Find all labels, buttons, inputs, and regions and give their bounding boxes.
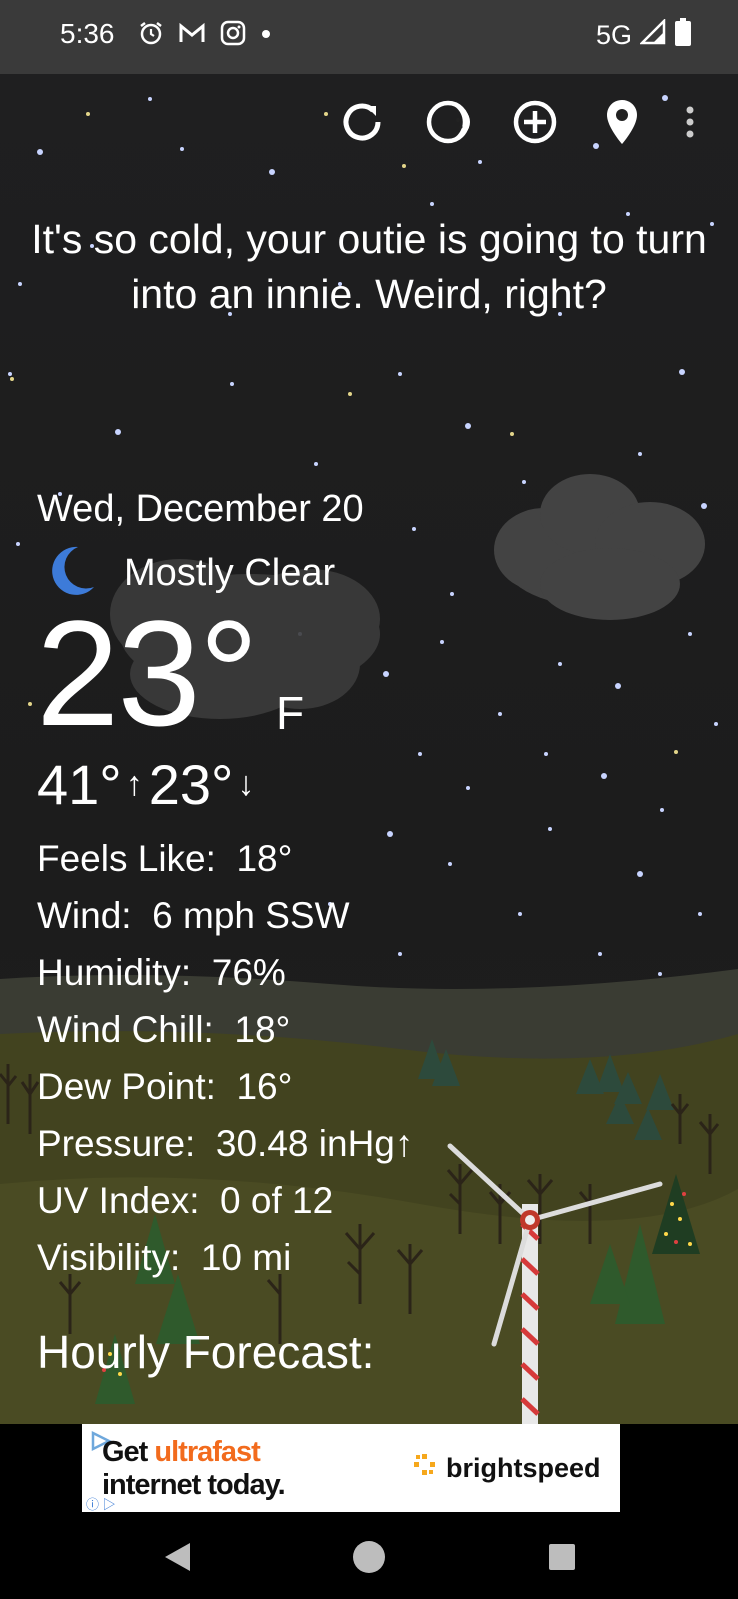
- home-button[interactable]: [344, 1534, 394, 1584]
- detail-visibility: Visibility: 10 mi: [37, 1237, 292, 1278]
- high-low: 41° ↑ 23° ↓: [37, 752, 260, 817]
- signal-icon: [638, 17, 666, 52]
- toolbar: [0, 96, 738, 156]
- alarm-icon: [138, 20, 164, 51]
- notification-icons: [138, 20, 272, 51]
- add-location-icon: [511, 98, 559, 151]
- detail-feels-like: Feels Like: 18°: [37, 838, 293, 879]
- temperature-unit: F: [276, 687, 305, 739]
- moon-phase-button[interactable]: [420, 96, 476, 152]
- detail-wind: Wind: 6 mph SSW: [37, 895, 350, 936]
- ad-headline: Get ultrafast: [102, 1436, 261, 1468]
- hourly-forecast-heading: Hourly Forecast:: [37, 1326, 375, 1378]
- back-button[interactable]: [152, 1534, 202, 1584]
- ad-subline: internet today.: [102, 1469, 286, 1501]
- detail-pressure: Pressure: 30.48 inHg↑: [37, 1123, 414, 1164]
- weather-details: Feels Like: 18° Wind: 6 mph SSW Humidity…: [37, 830, 413, 1286]
- moon-phase-icon: [424, 98, 472, 151]
- detail-wind-chill: Wind Chill: 18°: [37, 1009, 291, 1050]
- home-icon: [352, 1540, 386, 1579]
- battery-icon: [674, 18, 692, 53]
- status-bar: 5:36 5G: [0, 0, 738, 74]
- add-location-button[interactable]: [507, 96, 563, 152]
- brand-name: brightspeed: [446, 1453, 601, 1483]
- dot-icon: [260, 27, 272, 45]
- detail-uv-index: UV Index: 0 of 12: [37, 1180, 334, 1221]
- detail-dew-point: Dew Point: 16°: [37, 1066, 293, 1107]
- high-temp: 41°: [37, 753, 122, 816]
- weather-joke: It's so cold, your outie is going to tur…: [31, 216, 707, 317]
- ad-brand: brightspeed: [412, 1452, 601, 1485]
- brightspeed-logo-icon: [412, 1452, 438, 1485]
- recents-icon: [548, 1543, 576, 1576]
- refresh-button[interactable]: [334, 96, 390, 152]
- navigation-bar: [0, 1514, 738, 1599]
- up-arrow-icon: ↑: [125, 765, 143, 803]
- ad-banner[interactable]: Get ultrafast internet today. brightspee…: [82, 1424, 620, 1512]
- refresh-icon: [338, 98, 386, 151]
- down-arrow-icon: ↓: [237, 765, 255, 803]
- recents-button[interactable]: [537, 1534, 587, 1584]
- gmail-icon: [178, 21, 206, 50]
- back-icon: [162, 1541, 192, 1578]
- ad-info-icon[interactable]: ⓘ ▷: [86, 1494, 116, 1513]
- network-label: 5G: [595, 20, 632, 50]
- overflow-menu-button[interactable]: [670, 96, 710, 152]
- current-temperature: 23°: [36, 589, 259, 757]
- overflow-menu-icon: [684, 104, 696, 145]
- location-pin-icon: [602, 98, 642, 151]
- low-temp: 23°: [148, 753, 234, 816]
- status-right: 5G: [595, 17, 692, 53]
- status-time: 5:36: [60, 18, 115, 49]
- detail-humidity: Humidity: 76%: [37, 952, 286, 993]
- forecast-date: Wed, December 20: [37, 488, 364, 530]
- instagram-icon: [220, 20, 246, 51]
- location-button[interactable]: [594, 96, 650, 152]
